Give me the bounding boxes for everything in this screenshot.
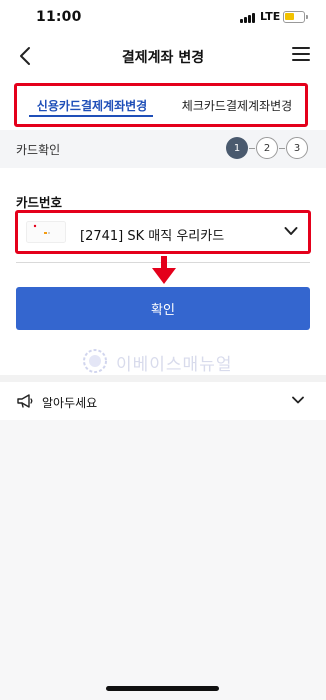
step-connector: [249, 148, 255, 149]
notice-accordion[interactable]: 알아두세요: [0, 384, 326, 418]
page-title: 결제계좌 변경: [121, 50, 205, 66]
selected-card: [2741] SK 매직 우리카드: [80, 229, 225, 244]
content-background: [0, 420, 326, 700]
step-3: 3: [286, 137, 308, 159]
notice-label: 알아두세요: [42, 396, 98, 410]
arrow-down-icon: [152, 256, 176, 284]
section-divider: [0, 375, 326, 382]
watermark-text: 이베이스매뉴얼: [116, 355, 233, 375]
card-number-label: 카드번호: [16, 195, 63, 210]
home-indicator: [106, 686, 219, 691]
tab-credit-card[interactable]: 신용카드결제계좌변경: [17, 86, 167, 124]
watermark-logo-icon: [83, 349, 107, 373]
status-bar: 11:00 LTE: [0, 0, 326, 34]
step-indicator: 카드확인 1 2 3: [0, 130, 326, 168]
status-time: 11:00: [36, 9, 82, 25]
card-thumbnail-icon: [26, 221, 66, 243]
megaphone-icon: [17, 394, 33, 408]
chevron-down-icon: [292, 396, 304, 404]
network-type: LTE: [260, 10, 281, 23]
tab-check-card[interactable]: 체크카드결제계좌변경: [163, 86, 311, 124]
chevron-down-icon: [284, 227, 298, 235]
signal-icon: [240, 12, 258, 23]
step-label: 카드확인: [16, 143, 61, 157]
card-select-dropdown[interactable]: [2741] SK 매직 우리카드: [15, 210, 311, 254]
hamburger-menu-icon: [292, 47, 310, 49]
step-1: 1: [226, 137, 248, 159]
account-type-tabs: 신용카드결제계좌변경 체크카드결제계좌변경: [14, 83, 308, 127]
battery-icon: [283, 11, 308, 23]
watermark: 이베이스매뉴얼: [82, 347, 262, 377]
step-2: 2: [256, 137, 278, 159]
step-connector: [279, 148, 285, 149]
header: 결제계좌 변경: [0, 34, 326, 78]
menu-button[interactable]: [292, 47, 312, 63]
confirm-button[interactable]: 확인: [16, 287, 310, 330]
